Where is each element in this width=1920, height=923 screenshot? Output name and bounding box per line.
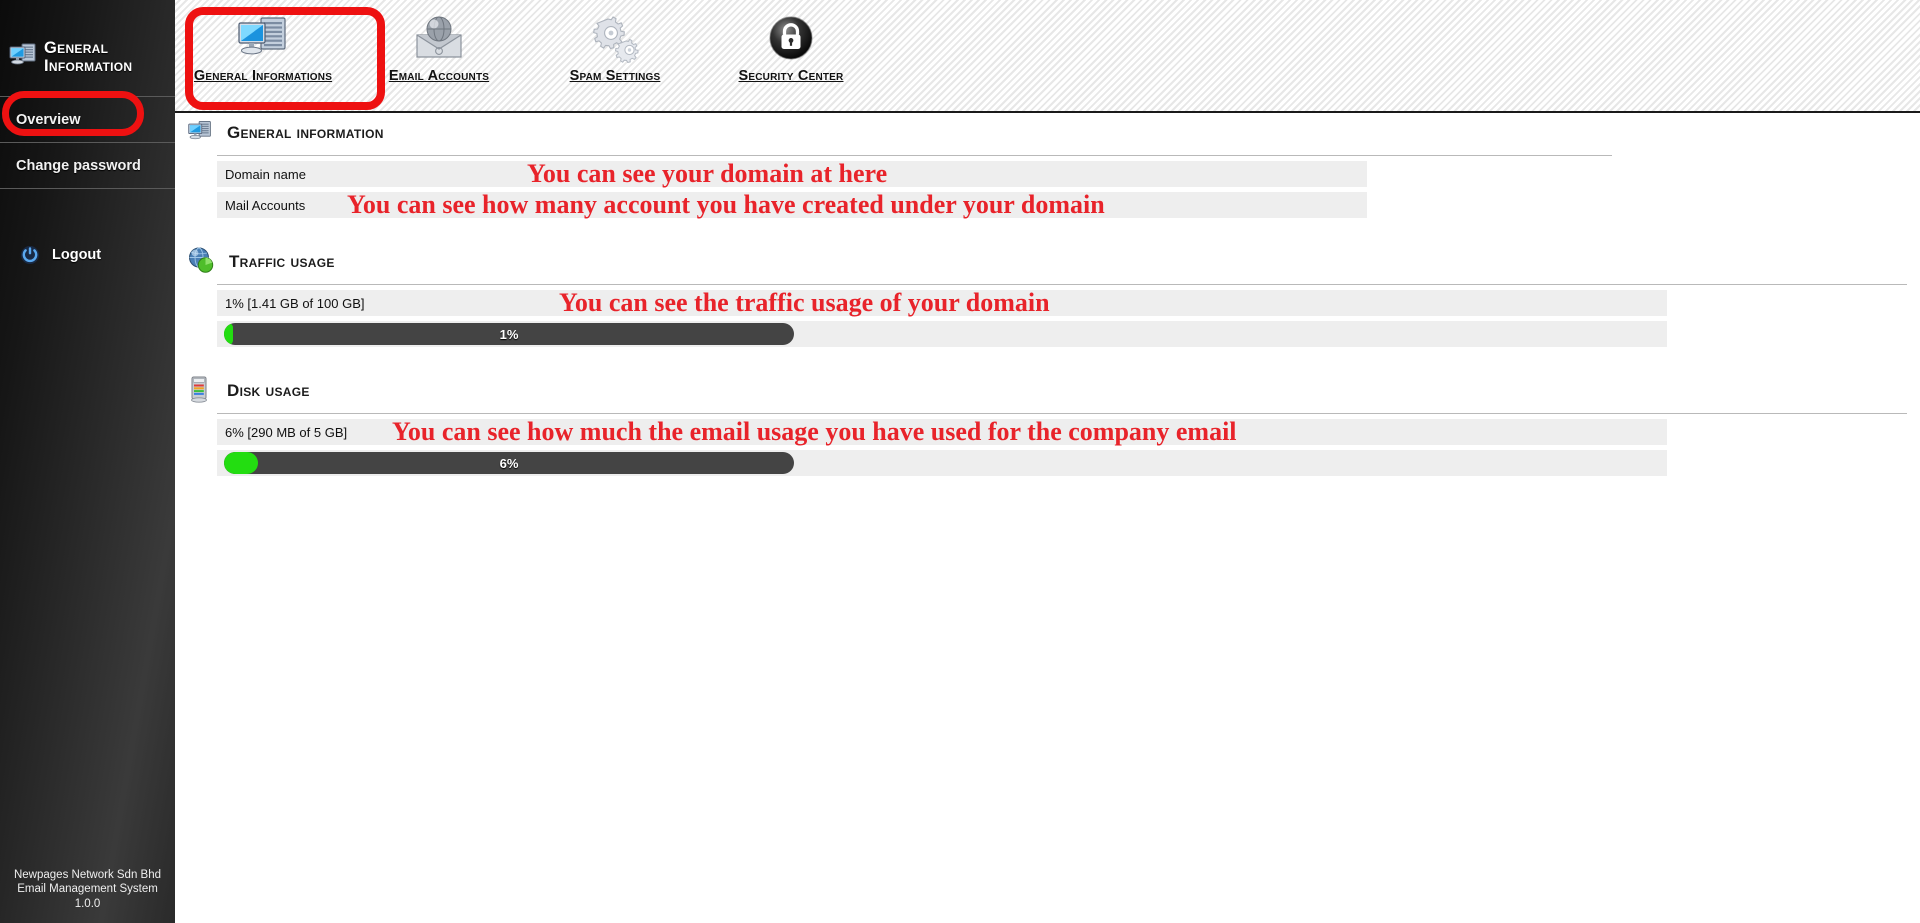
table-row-domain-name: Domain name You can see your domain at h… xyxy=(217,161,1367,187)
disk-usage-summary: 6% [290 MB of 5 GB] xyxy=(225,424,348,440)
main-panel: General Informations Email Accounts Spam… xyxy=(175,0,1920,923)
section-general-information-title: General information xyxy=(227,123,384,142)
section-disk-usage: Disk usage 6% [290 MB of 5 GB] You can s… xyxy=(175,371,1920,476)
tab-email-accounts[interactable]: Email Accounts xyxy=(351,0,527,84)
sidebar-item-overview[interactable]: Overview xyxy=(0,97,175,142)
lock-shield-icon xyxy=(765,10,817,66)
globe-chart-icon xyxy=(187,246,215,279)
annotation-mail-accounts: You can see how many account you have cr… xyxy=(347,190,1105,219)
traffic-usage-progress-bar: 1% xyxy=(224,323,794,345)
sidebar-brand: General Information xyxy=(0,0,175,96)
app-window: General Information Overview Change pass… xyxy=(0,0,1920,923)
computer-server-icon xyxy=(8,41,38,74)
top-toolbar: General Informations Email Accounts Spam… xyxy=(175,0,1920,113)
disk-usage-summary-row: 6% [290 MB of 5 GB] You can see how much… xyxy=(217,419,1667,445)
disk-usage-progress-bar: 6% xyxy=(224,452,794,474)
tab-spam-settings[interactable]: Spam Settings xyxy=(527,0,703,84)
annotation-disk-usage: You can see how much the email usage you… xyxy=(392,417,1237,446)
gears-icon xyxy=(586,10,644,66)
annotation-traffic-usage: You can see the traffic usage of your do… xyxy=(559,288,1050,317)
row-label-domain-name: Domain name xyxy=(225,166,306,182)
section-disk-usage-title: Disk usage xyxy=(227,381,310,400)
section-traffic-usage-title: Traffic usage xyxy=(229,252,335,271)
footer-version: 1.0.0 xyxy=(74,897,101,910)
tab-email-accounts-label: Email Accounts xyxy=(388,68,490,84)
traffic-usage-bar-row: 1% xyxy=(217,321,1667,347)
row-label-mail-accounts: Mail Accounts xyxy=(225,197,306,213)
sidebar-item-change-password[interactable]: Change password xyxy=(0,143,175,188)
table-row-mail-accounts: Mail Accounts You can see how many accou… xyxy=(217,192,1367,218)
logout-button[interactable]: Logout xyxy=(0,237,175,273)
section-traffic-usage-rule xyxy=(217,284,1907,285)
traffic-usage-summary-row: 1% [1.41 GB of 100 GB] You can see the t… xyxy=(217,290,1667,316)
tab-security-center[interactable]: Security Center xyxy=(703,0,879,84)
traffic-usage-percent-label: 1% xyxy=(499,326,519,342)
tab-general-informations[interactable]: General Informations xyxy=(175,0,351,84)
hard-drive-icon xyxy=(187,375,213,408)
section-traffic-usage: Traffic usage 1% [1.41 GB of 100 GB] You… xyxy=(175,242,1920,347)
section-general-information-rule xyxy=(217,155,1612,156)
tab-general-informations-label: General Informations xyxy=(193,68,333,84)
sidebar-footer: Newpages Network Sdn Bhd Email Managemen… xyxy=(0,868,175,911)
computer-server-icon xyxy=(187,118,213,149)
brand-line-2: Information xyxy=(44,57,133,75)
content-area: General information Domain name You can … xyxy=(175,113,1920,476)
logout-label: Logout xyxy=(52,247,102,263)
traffic-usage-summary: 1% [1.41 GB of 100 GB] xyxy=(225,295,365,311)
section-general-information-header: General information xyxy=(175,113,1920,153)
nav-divider-bottom xyxy=(0,188,175,189)
brand-line-1: General xyxy=(44,38,109,57)
sidebar-item-change-password-label: Change password xyxy=(16,157,141,174)
section-general-information: General information Domain name You can … xyxy=(175,113,1920,218)
power-icon xyxy=(20,245,40,265)
annotation-domain-name: You can see your domain at here xyxy=(527,159,888,188)
disk-usage-bar-row: 6% xyxy=(217,450,1667,476)
section-disk-usage-header: Disk usage xyxy=(175,371,1920,411)
section-disk-usage-rule xyxy=(217,413,1907,414)
tab-security-center-label: Security Center xyxy=(738,68,844,84)
envelope-globe-icon xyxy=(409,10,469,66)
computer-server-icon xyxy=(235,10,291,66)
footer-company: Newpages Network Sdn Bhd xyxy=(13,868,162,881)
sidebar: General Information Overview Change pass… xyxy=(0,0,175,923)
sidebar-item-overview-label: Overview xyxy=(16,111,81,128)
footer-product: Email Management System xyxy=(17,883,158,896)
tab-spam-settings-label: Spam Settings xyxy=(569,68,661,84)
sidebar-brand-title: General Information xyxy=(44,39,132,76)
disk-usage-percent-label: 6% xyxy=(499,455,519,471)
section-traffic-usage-header: Traffic usage xyxy=(175,242,1920,282)
